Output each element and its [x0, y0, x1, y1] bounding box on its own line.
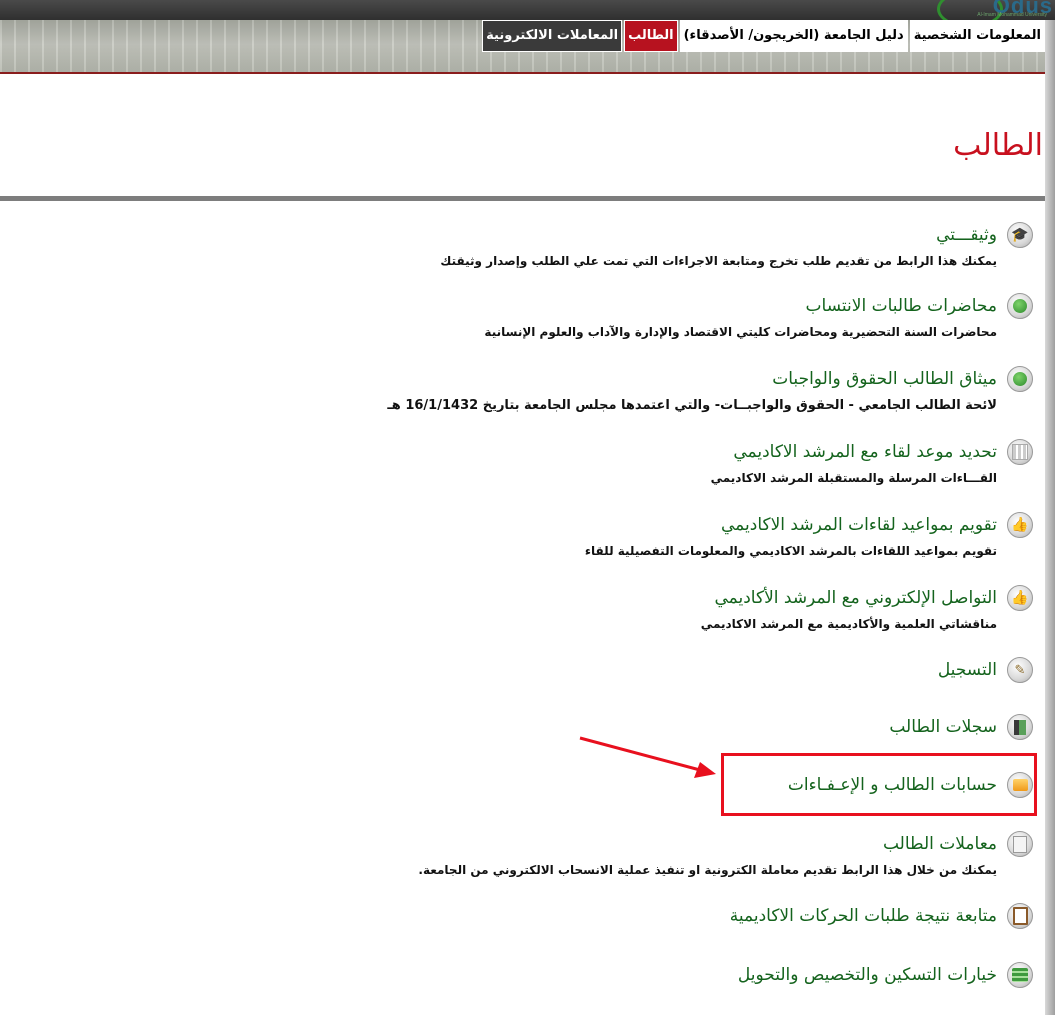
desc-my-document: يمكنك هذا الرابط من تقديم طلب تخرج ومتاب…	[440, 254, 997, 268]
pencil-icon[interactable]: ✎	[1007, 657, 1033, 683]
list-item-advisor-communication: 👍 التواصل الإلكتروني مع المرشد الأكاديمي…	[273, 585, 1033, 631]
desc-advisor-appointment: القـــاءات المرسلة والمستقبلة المرشد الا…	[710, 471, 997, 485]
link-advisor-communication[interactable]: التواصل الإلكتروني مع المرشد الأكاديمي	[715, 588, 998, 608]
link-my-document[interactable]: وثيقـــتي	[936, 225, 997, 245]
title-divider	[0, 196, 1045, 201]
records-icon[interactable]	[1007, 714, 1033, 740]
thumbs-up-icon[interactable]: 👍	[1007, 512, 1033, 538]
graduation-cap-icon[interactable]: 🎓	[1007, 222, 1033, 248]
desc-affiliation-lectures: محاضرات السنة التحضيرية ومحاضرات كليتي ا…	[484, 325, 997, 339]
list-item-academic-moves: متابعة نتيجة طلبات الحركات الاكاديمية	[273, 903, 1033, 929]
link-student-records[interactable]: سجلات الطالب	[889, 717, 997, 737]
list-item-placement-options: خيارات التسكين والتخصيص والتحويل	[273, 962, 1033, 988]
link-advisor-appointment[interactable]: تحديد موعد لقاء مع المرشد الاكاديمي	[733, 442, 997, 462]
desc-advisor-calendar: تقويم بمواعيد اللقاءات بالمرشد الاكاديمي…	[584, 544, 997, 558]
thumbs-up-icon[interactable]: 👍	[1007, 585, 1033, 611]
link-student-charter[interactable]: ميثاق الطالب الحقوق والواجبات	[772, 369, 997, 389]
tab-personal-info[interactable]: المعلومات الشخصية	[909, 20, 1045, 52]
user-green-icon[interactable]	[1007, 293, 1033, 319]
desc-advisor-communication: مناقشاتي العلمية والأكاديمية مع المرشد ا…	[700, 617, 997, 631]
tab-e-transactions[interactable]: المعاملات الالكترونية	[482, 20, 623, 52]
tab-student[interactable]: الطالب	[624, 20, 678, 52]
logo-tagline: Al-Imam Mohammad University	[977, 12, 1047, 18]
highlight-box	[721, 753, 1037, 816]
odus-logo: Odus Al-Imam Mohammad University	[920, 0, 1055, 20]
list-item-advisor-appointment: تحديد موعد لقاء مع المرشد الاكاديمي القـ…	[273, 439, 1033, 485]
calendar-icon[interactable]	[1007, 439, 1033, 465]
list-item-student-records: سجلات الطالب	[273, 714, 1033, 740]
clipboard-icon[interactable]	[1007, 903, 1033, 929]
list-item-student-transactions: معاملات الطالب يمكنك من خلال هذا الرابط …	[273, 831, 1033, 877]
list-item-registration: ✎ التسجيل	[273, 657, 1033, 683]
desc-student-charter: لائحة الطالب الجامعي - الحقوق والواجبــا…	[387, 398, 997, 413]
link-advisor-calendar[interactable]: تقويم بمواعيد لقاءات المرشد الاكاديمي	[721, 515, 997, 535]
link-student-transactions[interactable]: معاملات الطالب	[883, 834, 997, 854]
page-title: الطالب	[953, 128, 1043, 163]
link-registration[interactable]: التسجيل	[938, 660, 997, 680]
top-bar	[0, 0, 1055, 20]
link-academic-moves[interactable]: متابعة نتيجة طلبات الحركات الاكاديمية	[730, 906, 997, 926]
main-tabs: المعلومات الشخصية دليل الجامعة (الخريجون…	[480, 20, 1045, 52]
list-item-student-charter: ميثاق الطالب الحقوق والواجبات لائحة الطا…	[273, 366, 1033, 413]
desc-student-transactions: يمكنك من خلال هذا الرابط تقديم معاملة ال…	[418, 863, 997, 877]
link-placement-options[interactable]: خيارات التسكين والتخصيص والتحويل	[738, 965, 997, 985]
user-green-icon[interactable]	[1007, 366, 1033, 392]
link-affiliation-lectures[interactable]: محاضرات طالبات الانتساب	[806, 296, 997, 316]
right-scroll-edge	[1045, 20, 1055, 1015]
list-item-advisor-calendar: 👍 تقويم بمواعيد لقاءات المرشد الاكاديمي …	[273, 512, 1033, 558]
paper-icon[interactable]	[1007, 831, 1033, 857]
list-item-my-document: 🎓 وثيقـــتي يمكنك هذا الرابط من تقديم طل…	[273, 222, 1033, 268]
tab-university-directory[interactable]: دليل الجامعة (الخريجون/ الأصدقاء)	[679, 20, 908, 52]
list-item-affiliation-lectures: محاضرات طالبات الانتساب محاضرات السنة ال…	[273, 293, 1033, 339]
stack-icon[interactable]	[1007, 962, 1033, 988]
